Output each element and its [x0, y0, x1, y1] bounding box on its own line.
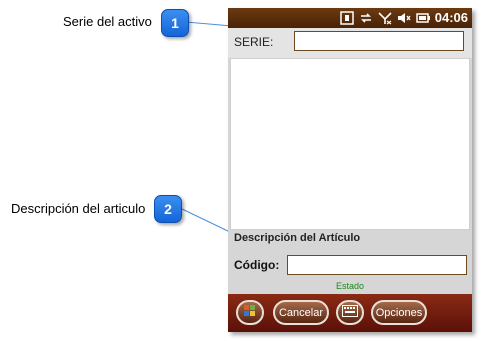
battery-icon[interactable] [416, 11, 430, 25]
windows-start-icon [243, 304, 257, 321]
sync-icon[interactable] [340, 10, 354, 25]
device-screen: 04:06 SERIE: Descripción del Artículo Có… [228, 8, 472, 332]
status-text: Estado [335, 281, 365, 291]
status-bar: 04:06 [228, 8, 472, 28]
keyboard-button[interactable] [336, 300, 364, 325]
options-button[interactable]: Opciones [371, 300, 427, 325]
description-title: Descripción del Artículo [234, 232, 361, 244]
callout-label-descripcion: Descripción del articulo [11, 201, 146, 216]
start-button[interactable] [236, 300, 264, 325]
serie-label: SERIE: [234, 35, 274, 49]
softkey-bar: Cancelar Opciones [228, 294, 472, 332]
callout-badge-1: 1 [161, 9, 189, 37]
codigo-label: Código: [234, 258, 280, 272]
callout-label-serie: Serie del activo [63, 14, 152, 29]
keyboard-icon [342, 305, 358, 320]
speaker-muted-icon[interactable] [397, 11, 411, 25]
serie-row: SERIE: [228, 28, 472, 58]
clock[interactable]: 04:06 [435, 10, 468, 25]
codigo-input[interactable] [287, 255, 467, 275]
serie-input[interactable] [294, 31, 464, 51]
callout-badge-2: 2 [154, 195, 182, 223]
results-list[interactable] [230, 58, 470, 230]
cancel-button[interactable]: Cancelar [273, 300, 329, 325]
connectivity-icon[interactable] [359, 11, 373, 25]
no-signal-icon[interactable] [378, 11, 392, 25]
